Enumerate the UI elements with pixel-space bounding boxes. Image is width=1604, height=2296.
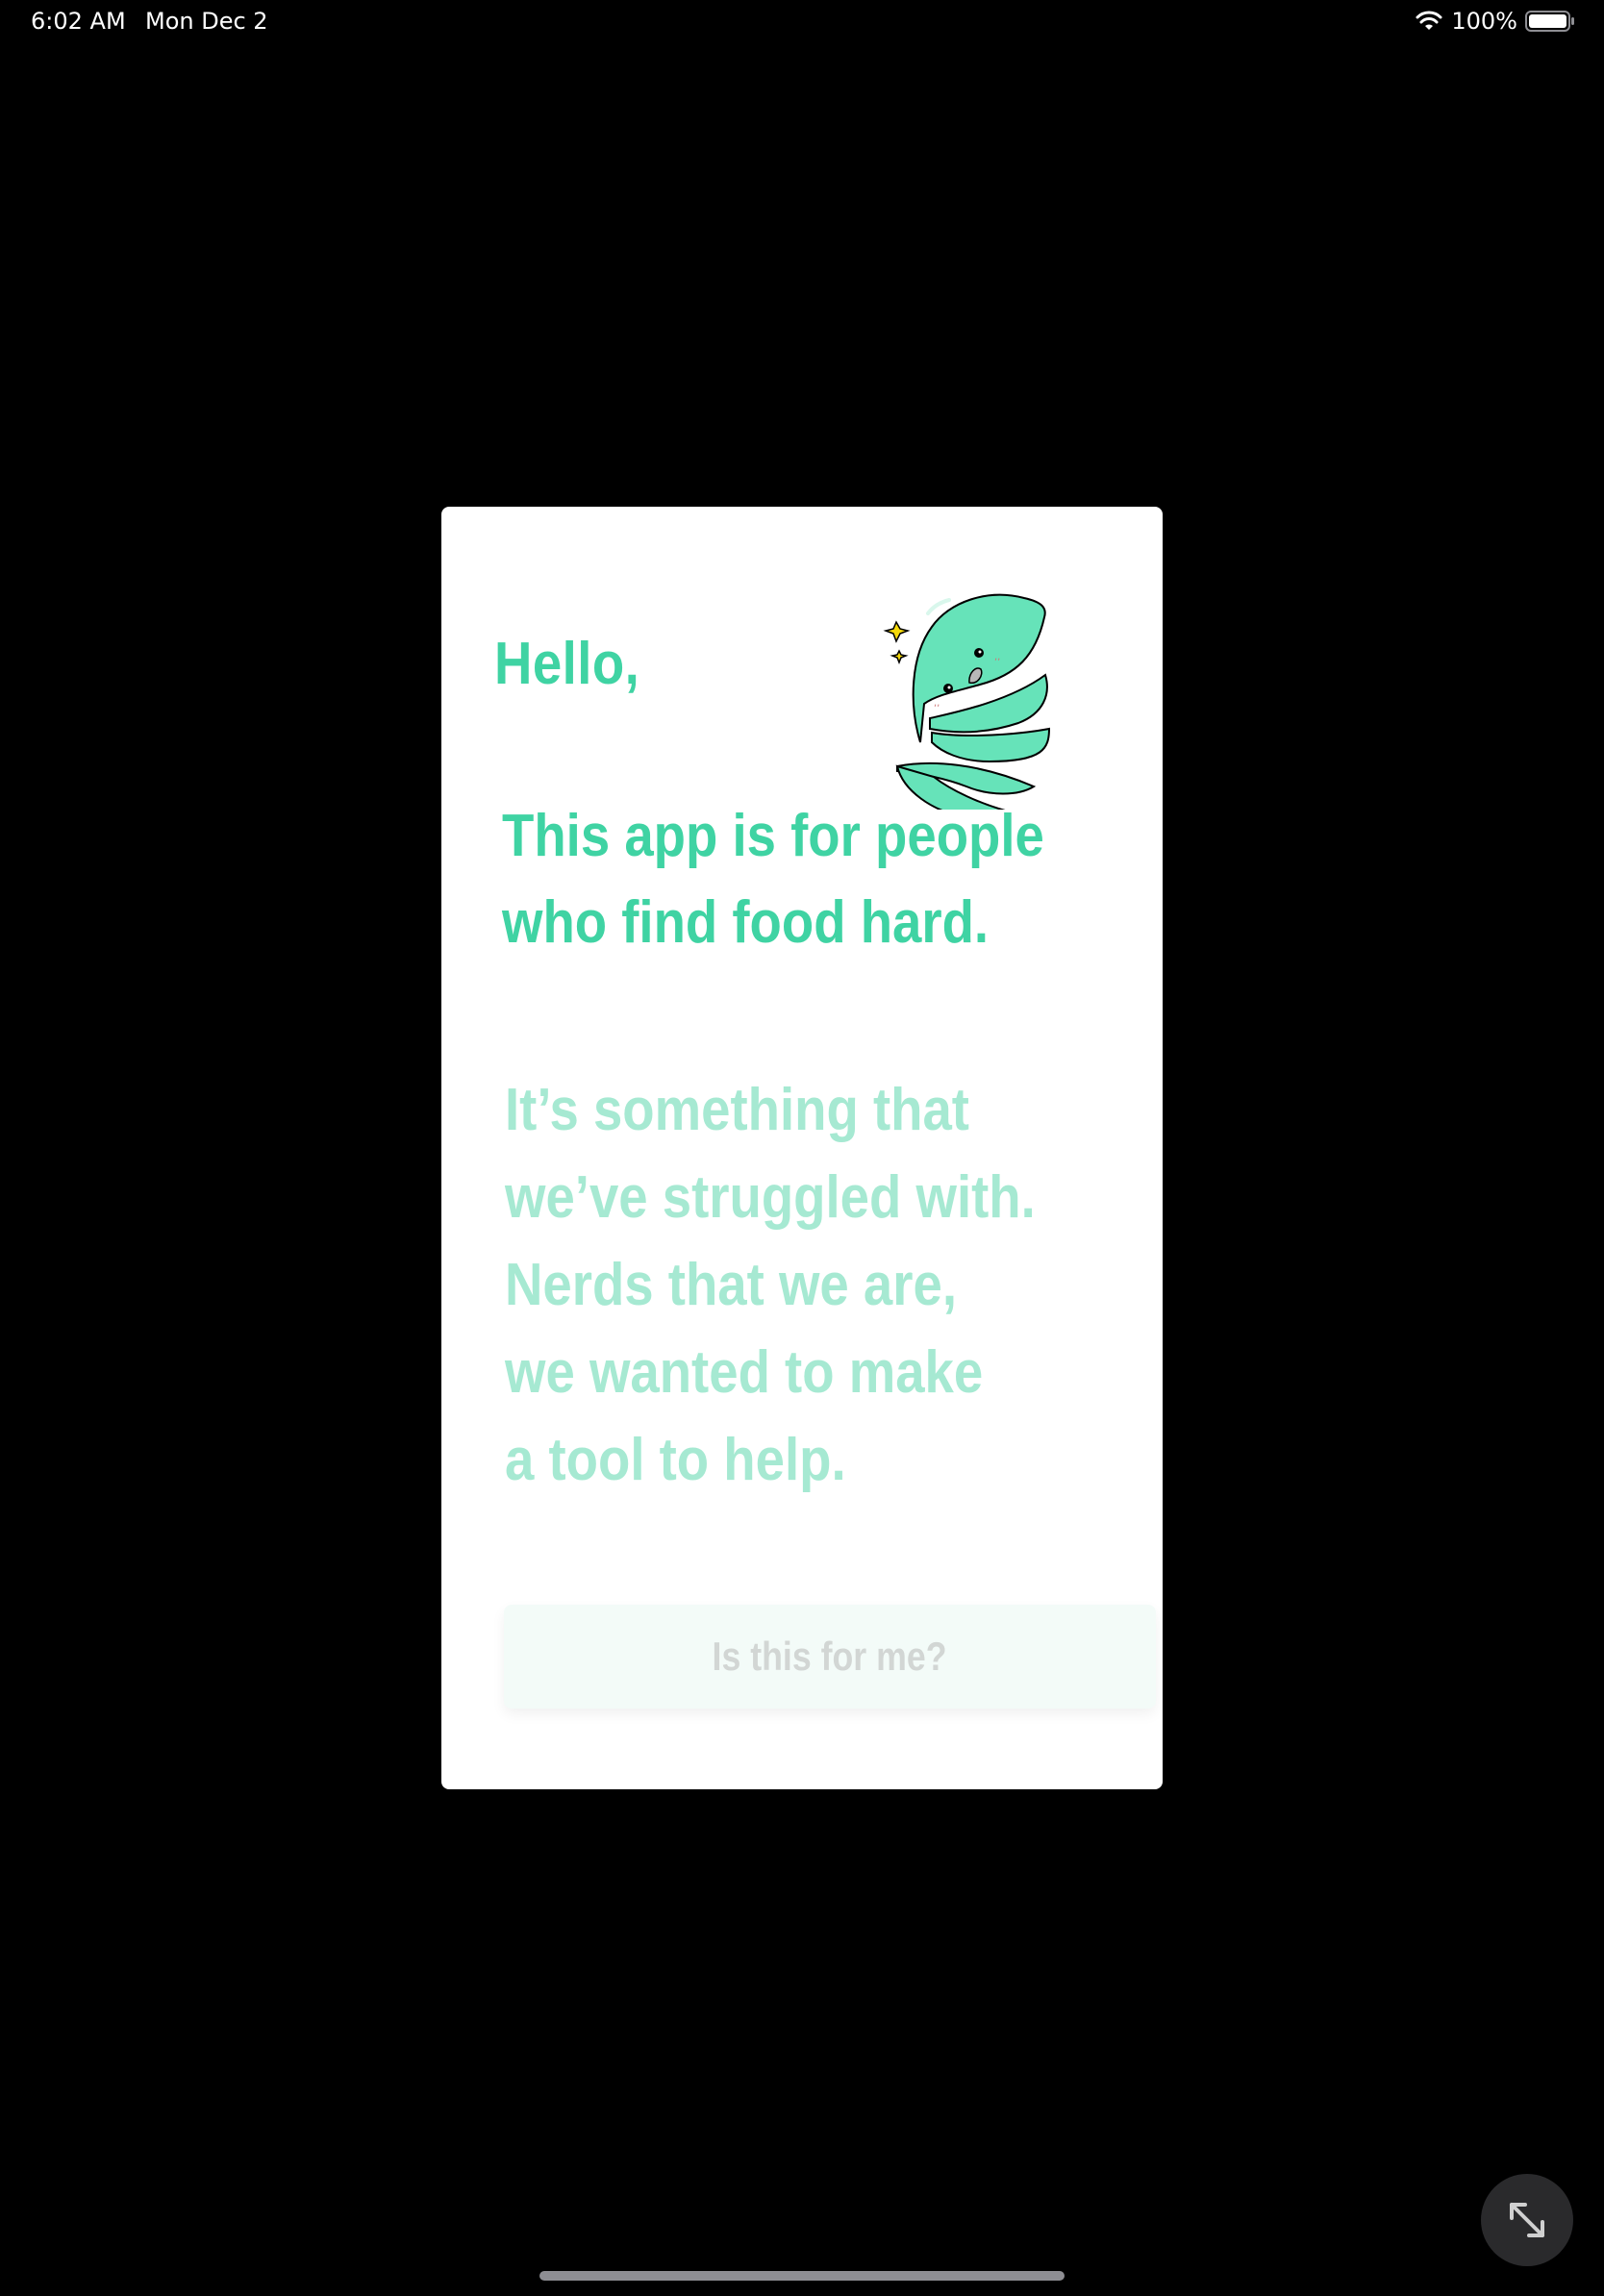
tagline-line: This app is for people <box>502 803 1044 869</box>
svg-text:,,: ,, <box>994 652 1000 662</box>
story-line: we’ve struggled with. <box>505 1164 1036 1231</box>
story-line: It’s something that <box>505 1077 969 1143</box>
story-line: a tool to help. <box>505 1427 846 1493</box>
status-bar: 6:02 AM Mon Dec 2 100% <box>0 0 1604 46</box>
battery-percent: 100% <box>1451 8 1517 35</box>
tagline-text: This app is for people who find food har… <box>502 793 1094 966</box>
battery-icon <box>1525 11 1574 32</box>
green-blob-mascot-icon: ,, ,, <box>883 593 1051 810</box>
home-indicator[interactable] <box>539 2271 1065 2281</box>
is-this-for-me-button[interactable]: Is this for me? <box>504 1605 1156 1709</box>
expand-button[interactable] <box>1481 2174 1573 2266</box>
expand-arrows-icon <box>1510 2203 1544 2237</box>
status-time: 6:02 AM <box>31 8 126 35</box>
status-date: Mon Dec 2 <box>145 8 268 35</box>
svg-text:,,: ,, <box>934 698 940 709</box>
greeting-heading: Hello, <box>494 631 640 697</box>
story-line: Nerds that we are, <box>505 1252 958 1318</box>
status-indicators: 100% <box>1415 8 1575 35</box>
cta-label: Is this for me? <box>712 1634 948 1679</box>
story-text: It’s something that we’ve struggled with… <box>505 1066 1097 1504</box>
onboarding-card: Hello, ,, ,, This app is for people who … <box>441 507 1163 1789</box>
story-line: we wanted to make <box>505 1339 984 1406</box>
wifi-icon <box>1416 11 1442 30</box>
tagline-line: who find food hard. <box>502 889 990 956</box>
